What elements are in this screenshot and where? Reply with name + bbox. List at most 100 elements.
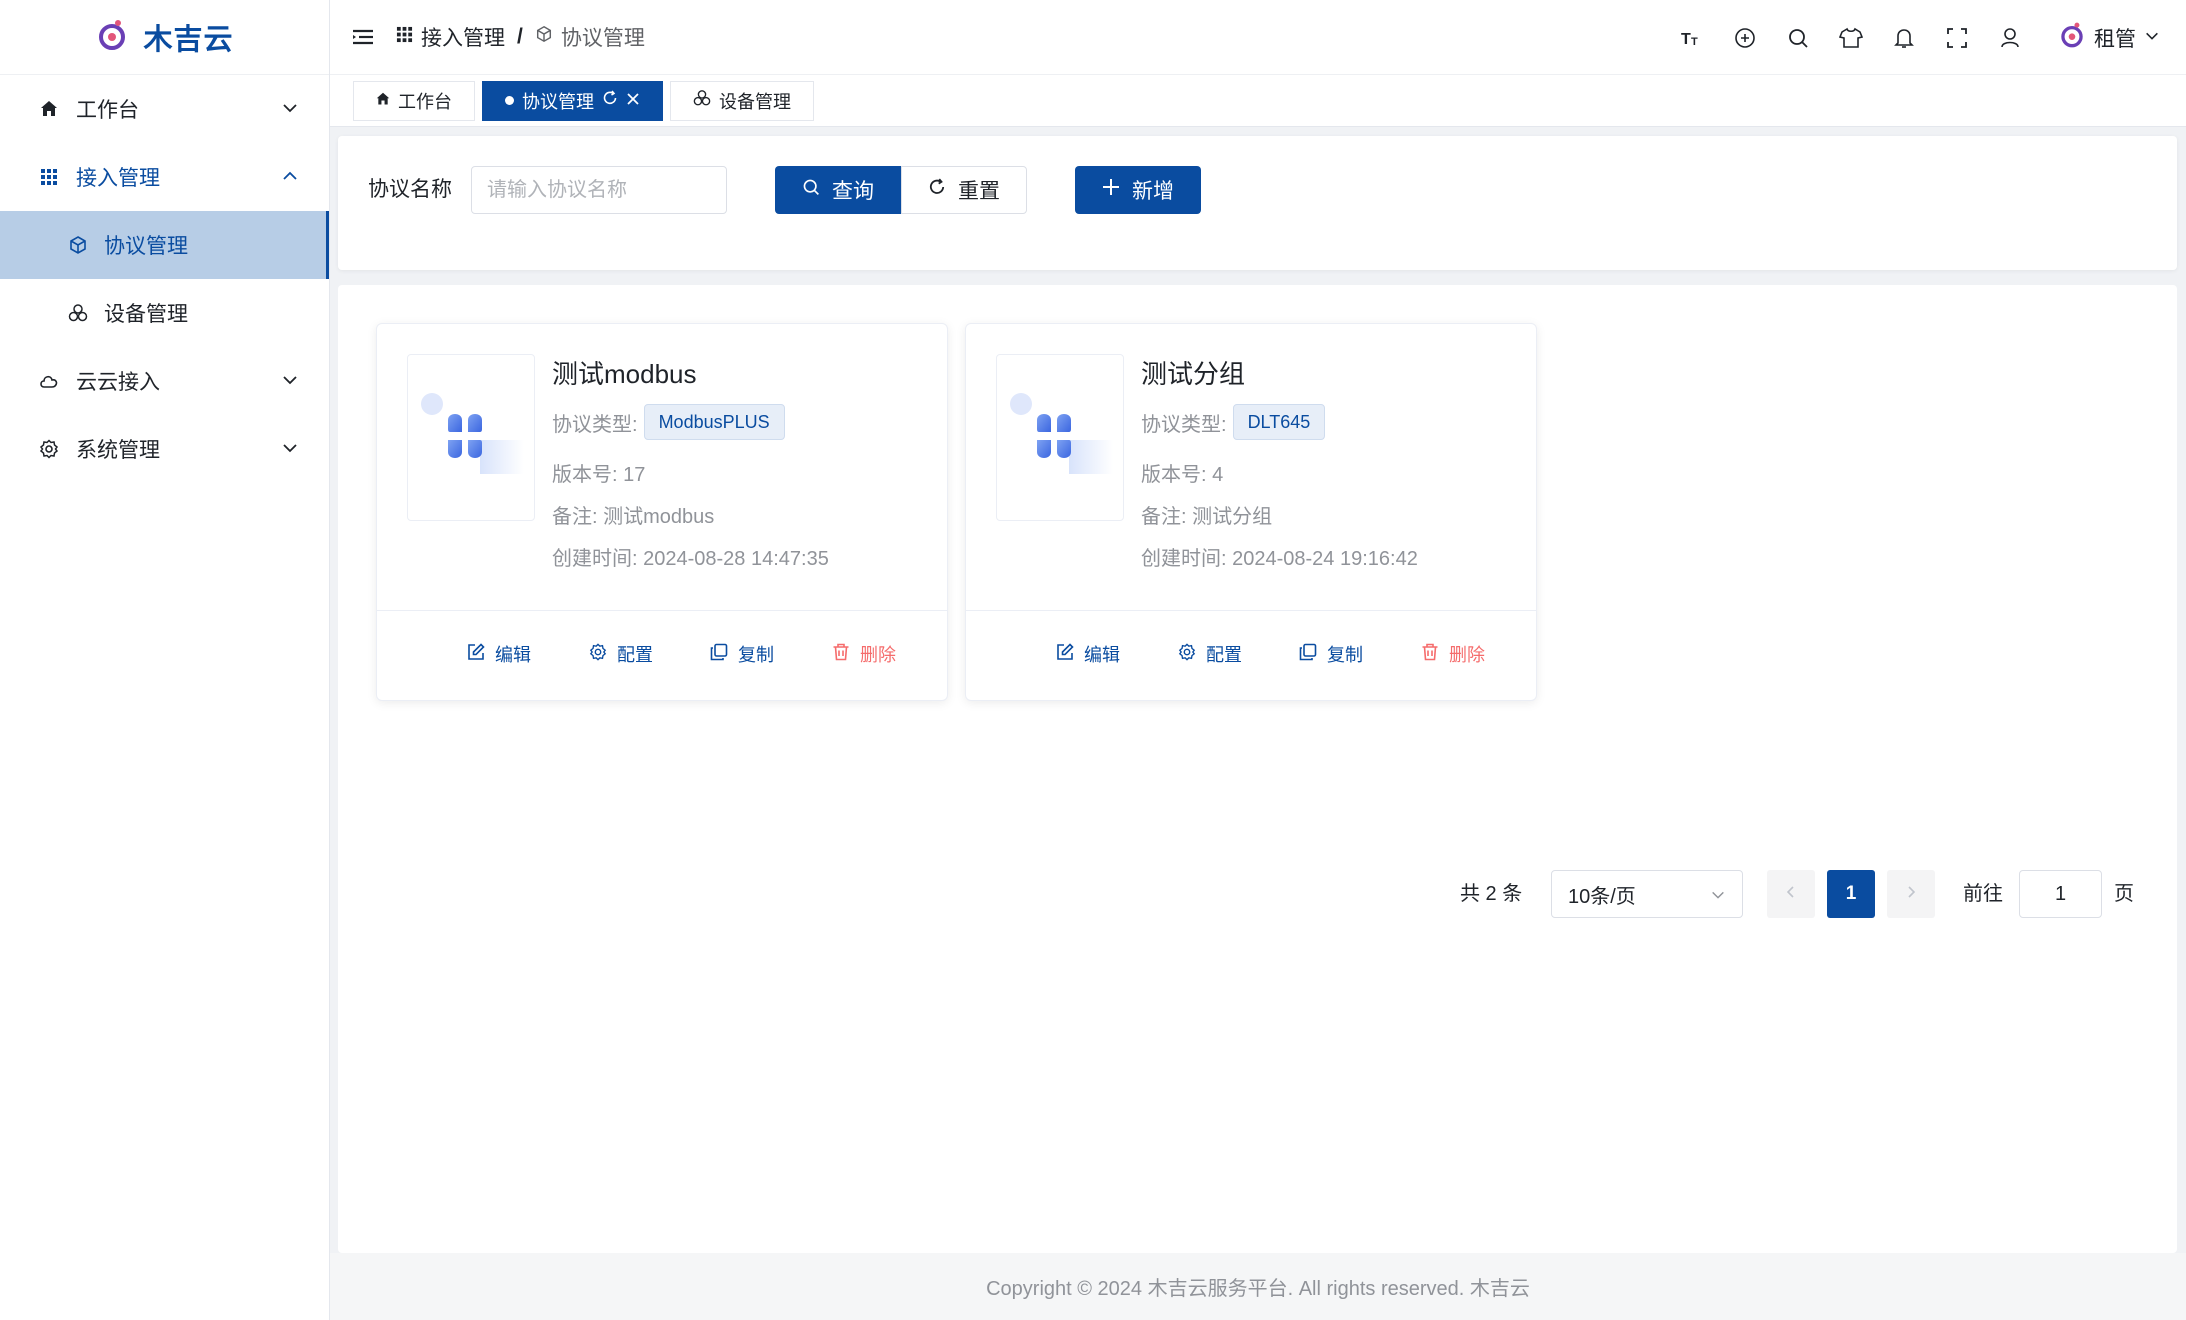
add-button[interactable]: 新增 bbox=[1075, 166, 1201, 214]
app-root: 木吉云 工作台 接入管理 协议管理 设备管理 云云接入 系统管理 接入管理 / … bbox=[0, 0, 2186, 1320]
tab-label: 设备管理 bbox=[719, 91, 791, 112]
chevron-down-icon bbox=[281, 371, 299, 389]
breadcrumb-label: 接入管理 bbox=[421, 27, 505, 50]
page-number-button[interactable]: 1 bbox=[1827, 870, 1875, 918]
brand-name: 木吉云 bbox=[143, 24, 234, 56]
config-label: 配置 bbox=[1206, 645, 1242, 665]
home-icon bbox=[376, 90, 390, 111]
cloud-icon bbox=[38, 370, 60, 392]
protocol-card[interactable]: 测试modbus 协议类型: ModbusPLUS 版本号: 17 备注: 测试… bbox=[376, 323, 948, 701]
config-button[interactable]: 配置 bbox=[1178, 641, 1242, 667]
page-size-select[interactable]: 10条/页 bbox=[1551, 870, 1743, 918]
font-size-icon[interactable]: TT bbox=[1665, 0, 1718, 75]
sidebar-item-label: 系统管理 bbox=[76, 439, 160, 462]
sidebar-item-cloud[interactable]: 云云接入 bbox=[0, 347, 329, 415]
protocol-card[interactable]: 测试分组 协议类型: DLT645 版本号: 4 备注: 测试分组 创建时间: … bbox=[965, 323, 1537, 701]
refresh-icon[interactable] bbox=[602, 90, 618, 111]
chevron-down-icon bbox=[281, 439, 299, 457]
delete-label: 删除 bbox=[1449, 645, 1485, 665]
plus-icon bbox=[1102, 178, 1120, 202]
protocol-name-input[interactable] bbox=[471, 166, 727, 214]
sidebar: 木吉云 工作台 接入管理 协议管理 设备管理 云云接入 系统管理 bbox=[0, 0, 330, 1320]
card-actions: 编辑 配置 复制 删除 bbox=[966, 611, 1536, 701]
reset-button[interactable]: 重置 bbox=[901, 166, 1027, 214]
chevron-left-icon bbox=[1785, 885, 1797, 904]
delete-label: 删除 bbox=[860, 645, 896, 665]
protocol-type-label: 协议类型: bbox=[1141, 413, 1227, 436]
language-icon[interactable] bbox=[1718, 0, 1771, 75]
delete-button[interactable]: 删除 bbox=[1421, 641, 1485, 667]
config-label: 配置 bbox=[617, 645, 653, 665]
search-icon[interactable] bbox=[1771, 0, 1824, 75]
tab-device[interactable]: 设备管理 bbox=[670, 80, 814, 121]
config-button[interactable]: 配置 bbox=[589, 641, 653, 667]
protocol-created-time: 创建时间: 2024-08-24 19:16:42 bbox=[1141, 548, 1418, 570]
card-actions: 编辑 配置 复制 删除 bbox=[377, 611, 947, 701]
sidebar-item-system[interactable]: 系统管理 bbox=[0, 415, 329, 483]
protocol-image bbox=[407, 354, 535, 521]
brand-logo-icon bbox=[95, 18, 129, 57]
prev-page-button[interactable] bbox=[1767, 870, 1815, 918]
delete-button[interactable]: 删除 bbox=[832, 641, 896, 667]
sidebar-item-label: 工作台 bbox=[76, 99, 139, 122]
copy-icon bbox=[1299, 643, 1317, 666]
next-page-button[interactable] bbox=[1887, 870, 1935, 918]
breadcrumb: 接入管理 / 协议管理 bbox=[396, 22, 645, 52]
breadcrumb-label: 协议管理 bbox=[560, 27, 645, 50]
protocol-remark: 备注: 测试modbus bbox=[552, 506, 715, 528]
chevron-down-icon bbox=[2144, 26, 2160, 50]
breadcrumb-item-current: 协议管理 bbox=[535, 22, 645, 52]
edit-button[interactable]: 编辑 bbox=[467, 641, 531, 667]
tab-label: 工作台 bbox=[398, 91, 452, 112]
sidebar-item-access[interactable]: 接入管理 bbox=[0, 143, 329, 211]
sidebar-item-protocol[interactable]: 协议管理 bbox=[0, 211, 329, 279]
tab-workbench[interactable]: 工作台 bbox=[353, 80, 475, 121]
tab-bar: 工作台 协议管理 设备管理 bbox=[330, 75, 2186, 127]
user-menu[interactable]: 租管 bbox=[2058, 21, 2160, 55]
user-name: 租管 bbox=[2094, 27, 2136, 51]
goto-page-input[interactable] bbox=[2019, 870, 2102, 918]
breadcrumb-separator: / bbox=[517, 25, 523, 48]
goto-label: 前往 bbox=[1963, 883, 2003, 905]
edit-icon bbox=[1056, 642, 1074, 666]
chevron-up-icon bbox=[281, 167, 299, 185]
sidebar-item-workbench[interactable]: 工作台 bbox=[0, 75, 329, 143]
gear-icon bbox=[589, 642, 607, 666]
sidebar-item-label: 接入管理 bbox=[76, 167, 160, 190]
copy-button[interactable]: 复制 bbox=[710, 641, 774, 667]
brand-logo[interactable]: 木吉云 bbox=[0, 0, 329, 75]
copy-icon bbox=[710, 643, 728, 666]
cube-icon bbox=[535, 25, 553, 49]
sidebar-item-label: 设备管理 bbox=[104, 303, 188, 326]
sidebar-item-label: 云云接入 bbox=[76, 371, 160, 394]
pagination: 共 2 条 10条/页 1 前往 页 bbox=[338, 870, 2177, 918]
sidebar-item-label: 协议管理 bbox=[104, 235, 188, 258]
copy-button[interactable]: 复制 bbox=[1299, 641, 1363, 667]
pagination-total: 共 2 条 bbox=[1460, 883, 1523, 905]
edit-label: 编辑 bbox=[495, 645, 531, 665]
avatar bbox=[2058, 21, 2086, 55]
edit-icon bbox=[467, 642, 485, 666]
theme-icon[interactable] bbox=[1824, 0, 1877, 75]
fullscreen-icon[interactable] bbox=[1930, 0, 1983, 75]
protocol-list: 测试modbus 协议类型: ModbusPLUS 版本号: 17 备注: 测试… bbox=[338, 285, 2177, 1253]
bell-icon[interactable] bbox=[1877, 0, 1930, 75]
protocol-type-tag: ModbusPLUS bbox=[643, 404, 785, 440]
menu-toggle-icon[interactable] bbox=[350, 24, 376, 50]
breadcrumb-item[interactable]: 接入管理 bbox=[396, 22, 505, 52]
trash-icon bbox=[832, 643, 850, 666]
protocol-type: 协议类型: ModbusPLUS bbox=[552, 404, 785, 440]
sidebar-item-device[interactable]: 设备管理 bbox=[0, 279, 329, 347]
edit-button[interactable]: 编辑 bbox=[1056, 641, 1120, 667]
grid-icon bbox=[38, 166, 60, 188]
tab-protocol[interactable]: 协议管理 bbox=[482, 80, 663, 121]
protocol-type-label: 协议类型: bbox=[552, 413, 638, 436]
cube-icon bbox=[68, 235, 88, 255]
goto-unit-label: 页 bbox=[2114, 883, 2134, 905]
copy-label: 复制 bbox=[1327, 645, 1363, 665]
chevron-down-icon bbox=[281, 99, 299, 117]
query-button[interactable]: 查询 bbox=[775, 166, 901, 214]
close-icon[interactable] bbox=[626, 90, 640, 111]
refresh-icon bbox=[928, 178, 946, 202]
user-icon[interactable] bbox=[1983, 0, 2036, 75]
